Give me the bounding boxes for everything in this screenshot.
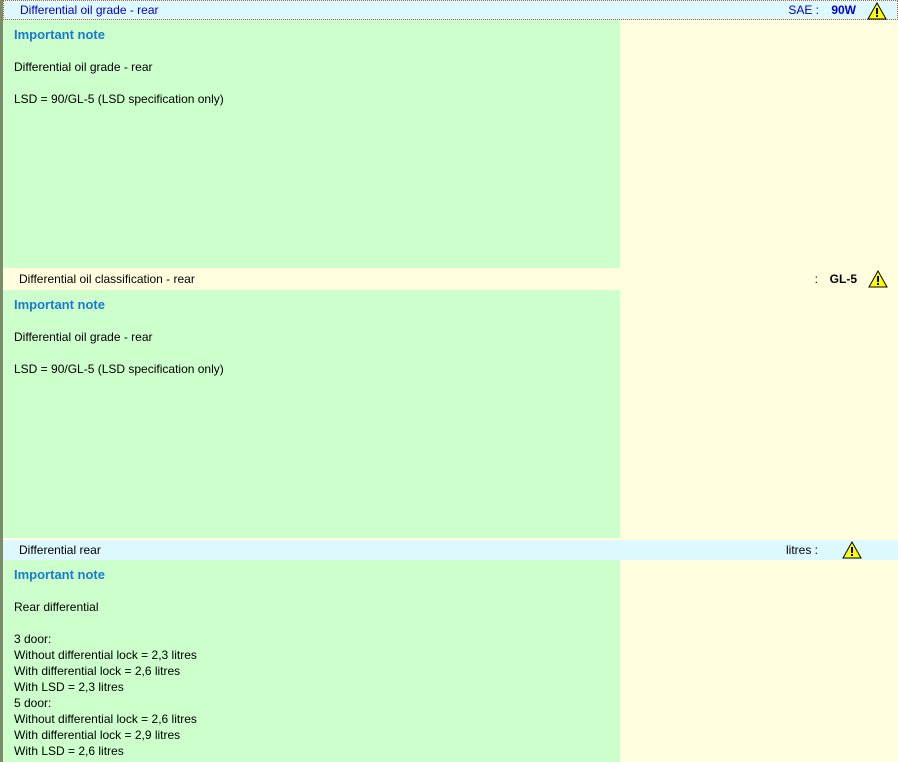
note-text: Rear differential [14, 600, 99, 614]
row-differential-oil-grade-rear[interactable]: Differential oil grade - rear SAE : 90W [3, 0, 898, 20]
row-value: 90W [831, 3, 856, 17]
row-value: GL-5 [829, 272, 857, 286]
note-text: Differential oil grade - rear [14, 60, 153, 74]
note-text: 3 door: Without differential lock = 2,3 … [14, 632, 197, 758]
row-label: Differential oil grade - rear [20, 3, 159, 17]
note-title: Important note [14, 567, 105, 582]
row-label: Differential oil classification - rear [19, 272, 195, 286]
warning-icon[interactable] [868, 270, 888, 288]
row-differential-rear[interactable]: Differential rear litres : [3, 540, 898, 560]
note-text: LSD = 90/GL-5 (LSD specification only) [14, 362, 224, 376]
important-note-panel: Important note Rear differential 3 door:… [3, 560, 620, 762]
row-differential-oil-classification-rear[interactable]: Differential oil classification - rear :… [3, 268, 898, 290]
row-unit: SAE : [788, 3, 819, 17]
important-note-panel: Important note Differential oil grade - … [3, 20, 620, 268]
row-unit: litres : [785, 543, 818, 557]
important-note-panel: Important note Differential oil grade - … [3, 290, 620, 538]
note-title: Important note [14, 297, 105, 312]
note-text: LSD = 90/GL-5 (LSD specification only) [14, 92, 224, 106]
warning-icon[interactable] [842, 541, 862, 559]
row-label: Differential rear [19, 543, 101, 557]
note-text: Differential oil grade - rear [14, 330, 153, 344]
warning-icon[interactable] [867, 2, 887, 20]
note-title: Important note [14, 27, 105, 42]
row-unit: : [814, 272, 818, 286]
